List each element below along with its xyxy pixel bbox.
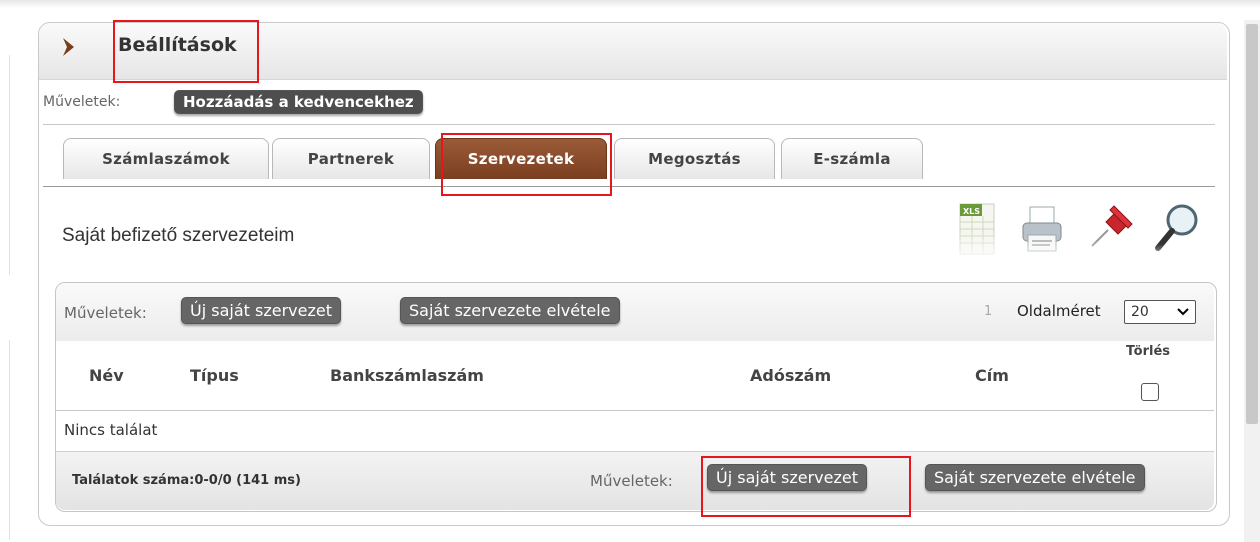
header-divider — [56, 410, 1214, 411]
footer-remove-organization-button[interactable]: Saját szervezete elvétele — [925, 464, 1145, 491]
page-size-select[interactable]: 20 — [1124, 300, 1196, 324]
chevron-right-icon[interactable] — [60, 36, 78, 58]
grid-ops-label: Műveletek: — [64, 304, 147, 322]
left-divider-lower — [9, 340, 10, 540]
search-icon[interactable] — [1150, 200, 1204, 264]
page-size-label: Oldalméret — [1017, 302, 1101, 320]
column-header-bank-account[interactable]: Bankszámlaszám — [330, 366, 484, 385]
select-all-checkbox[interactable] — [1141, 383, 1159, 401]
left-divider — [9, 55, 10, 275]
page-number[interactable]: 1 — [984, 304, 992, 319]
column-header-address[interactable]: Cím — [975, 366, 1009, 385]
tab-partnerek[interactable]: Partnerek — [272, 138, 430, 179]
empty-message: Nincs találat — [64, 421, 158, 439]
add-to-favorites-button[interactable]: Hozzáadás a kedvencekhez — [174, 90, 423, 114]
page-scrollbar-thumb[interactable] — [1246, 24, 1258, 424]
tab-szamlaszamok[interactable]: Számlaszámok — [63, 138, 269, 179]
xls-export-icon[interactable]: XLS — [958, 202, 998, 264]
ops-divider — [43, 124, 1215, 125]
tab-megosztas[interactable]: Megosztás — [614, 138, 775, 179]
chevron-down-icon — [1177, 308, 1189, 316]
column-header-name[interactable]: Név — [89, 366, 124, 385]
column-header-delete: Törlés — [1126, 344, 1171, 359]
tabs-baseline — [43, 186, 1215, 187]
page-size-value: 20 — [1131, 304, 1149, 320]
xls-badge: XLS — [963, 207, 980, 216]
tab-highlight — [441, 133, 612, 196]
column-header-tax-number[interactable]: Adószám — [750, 366, 831, 385]
footer-ops-label: Műveletek: — [590, 472, 673, 490]
column-header-type[interactable]: Típus — [190, 366, 239, 385]
title-highlight — [113, 20, 259, 83]
footer-button-highlight — [701, 456, 911, 517]
section-title: Saját befizető szervezeteim — [62, 225, 295, 246]
results-count: Találatok száma:0-0/0 (141 ms) — [72, 473, 301, 488]
remove-organization-button[interactable]: Saját szervezete elvétele — [400, 297, 620, 324]
top-ops-label: Műveletek: — [43, 94, 121, 110]
print-icon[interactable] — [1020, 205, 1064, 265]
new-organization-button[interactable]: Új saját szervezet — [181, 297, 341, 324]
pin-icon[interactable] — [1086, 200, 1136, 262]
top-shadow — [0, 0, 1260, 8]
tab-e-szamla[interactable]: E-számla — [781, 138, 923, 179]
